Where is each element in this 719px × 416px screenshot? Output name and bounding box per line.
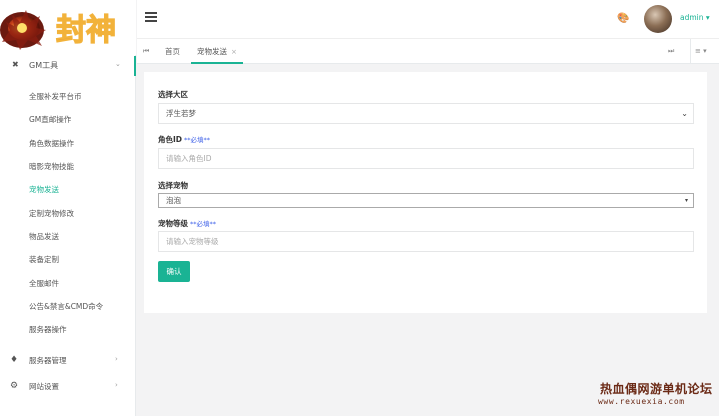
logo: 封神 — [0, 0, 136, 55]
divider — [690, 39, 691, 64]
tab-options-icon[interactable]: ≡ ▾ — [695, 47, 707, 55]
sidebar-item-global-mail[interactable]: 全服邮件 — [29, 277, 129, 291]
watermark-url: www.rexuexia.com — [598, 397, 685, 406]
pet-level-label: 宠物等级 **必填** — [158, 218, 216, 229]
sidebar-item-server-ops[interactable]: 服务器操作 — [29, 323, 129, 337]
sidebar: 封神 ✖ GM工具 ⌄ 全服补发平台币 GM直邮操作 角色数据操作 暗影宠物技能… — [0, 0, 136, 416]
topbar: 🎨 admin ▾ — [137, 0, 719, 38]
pet-send-form: 选择大区 浮生若梦 ⌄ 角色ID **必填** 请输入角色ID 选择宠物 泡泡 ▾… — [144, 72, 707, 313]
tab-home[interactable]: 首页 — [159, 39, 186, 64]
user-menu[interactable]: admin ▾ — [680, 13, 710, 22]
sidebar-item-item-send[interactable]: 物品发送 — [29, 230, 129, 244]
pet-select-value: 泡泡 — [166, 196, 181, 205]
chevron-down-icon: ⌄ — [681, 109, 688, 118]
chevron-right-icon: › — [115, 355, 118, 363]
palette-icon[interactable]: 🎨 — [617, 13, 629, 24]
sidebar-item-gm-mail[interactable]: GM直邮操作 — [29, 113, 129, 127]
pet-level-label-text: 宠物等级 — [158, 219, 188, 228]
sidebar-item-server-manage[interactable]: ♦ 服务器管理 › — [0, 352, 136, 370]
tab-label: 首页 — [165, 47, 180, 56]
role-id-label: 角色ID **必填** — [158, 134, 210, 145]
tab-scroll-left-icon[interactable]: ⏮ — [143, 47, 149, 56]
zone-select-value: 浮生若梦 — [166, 109, 196, 118]
diamond-icon: ♦ — [10, 355, 19, 365]
role-id-label-text: 角色ID — [158, 135, 183, 144]
sidebar-group-label: GM工具 — [29, 61, 59, 70]
confirm-button[interactable]: 确认 — [158, 261, 190, 282]
chevron-right-icon: › — [115, 381, 118, 389]
sidebar-item-global-currency[interactable]: 全服补发平台币 — [29, 90, 129, 104]
sidebar-item-custom-pet[interactable]: 定制宠物修改 — [29, 207, 129, 221]
sidebar-item-announce-cmd[interactable]: 公告&禁言&CMD命令 — [29, 300, 129, 314]
tab-pet-send[interactable]: 宠物发送 × — [191, 39, 243, 64]
zone-label: 选择大区 — [158, 90, 188, 99]
sidebar-item-shadow-pet-skill[interactable]: 暗影宠物技能 — [29, 160, 129, 174]
menu-toggle-icon[interactable] — [145, 12, 157, 22]
tab-label: 宠物发送 — [197, 47, 227, 56]
sidebar-item-role-data[interactable]: 角色数据操作 — [29, 137, 129, 151]
sidebar-item-pet-send[interactable]: 宠物发送 — [29, 183, 129, 197]
sidebar-group-gm-tools[interactable]: ✖ GM工具 ⌄ — [0, 57, 136, 75]
wrench-icon: ✖ — [12, 60, 19, 69]
tabs-bar: ⏮ 首页 宠物发送 × ⏭ ≡ ▾ — [137, 38, 719, 64]
close-icon[interactable]: × — [231, 48, 237, 56]
gear-icon: ⚙ — [10, 381, 19, 391]
required-note: **必填** — [184, 136, 211, 144]
sidebar-item-equip-custom[interactable]: 装备定制 — [29, 253, 129, 267]
role-id-input[interactable]: 请输入角色ID — [158, 148, 694, 169]
logo-image: 封神 — [0, 10, 117, 50]
svg-text:封神: 封神 — [56, 13, 116, 48]
watermark-title: 热血偶网游单机论坛 — [600, 382, 713, 396]
sidebar-item-label: 服务器管理 — [29, 356, 67, 365]
sidebar-item-site-settings[interactable]: ⚙ 网站设置 › — [0, 378, 136, 396]
chevron-down-icon: ⌄ — [115, 60, 121, 68]
sidebar-item-label: 网站设置 — [29, 382, 59, 391]
required-note: **必填** — [190, 220, 216, 228]
chevron-down-icon: ▾ — [684, 197, 688, 204]
tab-scroll-right-icon[interactable]: ⏭ — [668, 47, 674, 56]
zone-select[interactable]: 浮生若梦 ⌄ — [158, 103, 694, 124]
pet-label: 选择宠物 — [158, 181, 188, 190]
active-indicator — [134, 56, 136, 76]
pet-level-input[interactable]: 请输入宠物等级 — [158, 231, 694, 252]
avatar[interactable] — [644, 5, 672, 33]
user-name: admin — [680, 13, 704, 22]
pet-select[interactable]: 泡泡 ▾ — [158, 193, 694, 208]
